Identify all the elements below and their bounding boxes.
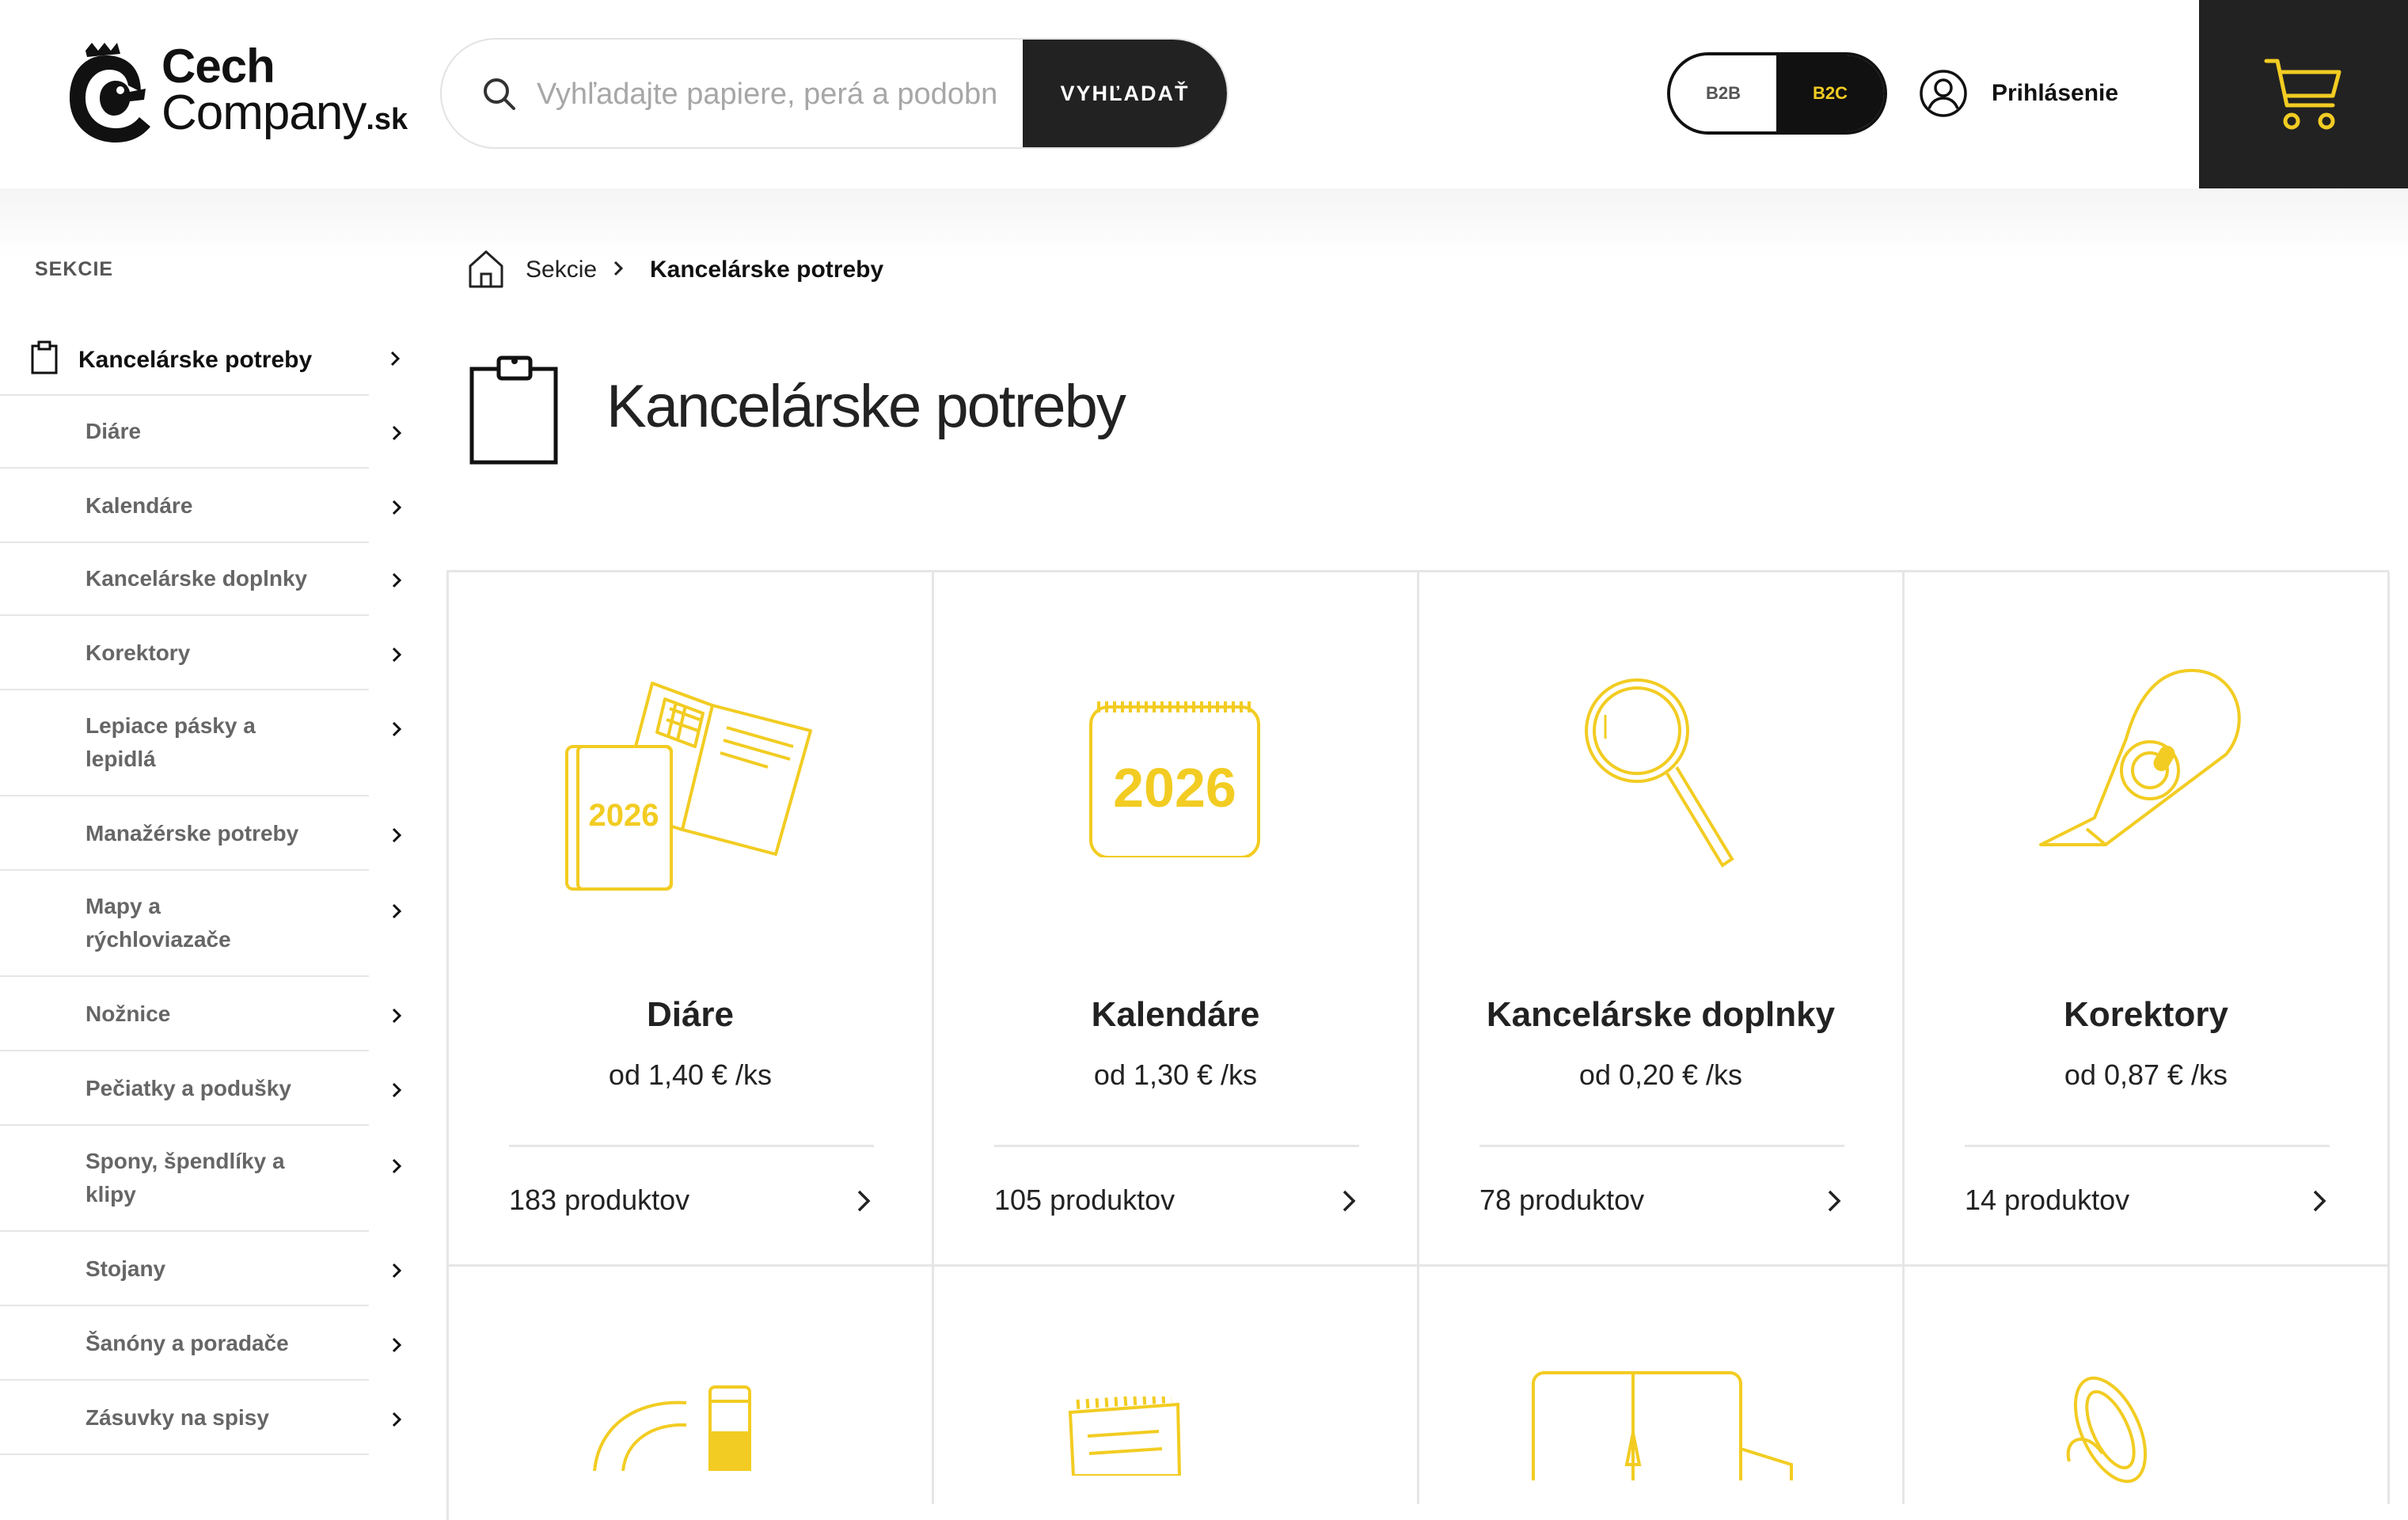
chevron-right-icon [392, 1263, 402, 1279]
cart-button[interactable] [2199, 0, 2408, 188]
card-divider [1965, 1145, 2330, 1147]
card-product-count: 78 produktov [1479, 1184, 1645, 1216]
rooster-logo-icon [70, 43, 150, 142]
category-card-manazerske-potreby[interactable] [934, 1267, 1419, 1504]
chevron-right-icon [392, 425, 402, 441]
clipboard-icon [31, 340, 58, 374]
notepad-icon [1068, 1396, 1182, 1476]
home-icon[interactable] [467, 249, 505, 290]
sidebar-item-manazerske-potreby[interactable]: Manažérske potreby [0, 796, 402, 871]
card-divider [1479, 1145, 1844, 1147]
category-card-diare[interactable]: 2026 Diáre od 1,40 € /ks 183 produktov [449, 572, 934, 1267]
page-title: Kancelárske potreby [606, 373, 1126, 440]
scissors-icon [2066, 1376, 2148, 1484]
card-title: Kancelárske doplnky [1486, 995, 1836, 1034]
category-card-lepiace-pasky[interactable] [449, 1267, 934, 1504]
chevron-right-icon [390, 351, 401, 367]
toggle-b2b[interactable]: B2B [1670, 55, 1776, 131]
chevron-right-icon [1343, 1190, 1356, 1212]
category-grid: 2026 Diáre od 1,40 € /ks 183 produktov 2… [446, 570, 2390, 1520]
category-card-mapy[interactable] [1419, 1267, 1905, 1504]
sidebar-item-spony[interactable]: Spony, špendlíky a klipy [0, 1126, 402, 1232]
category-card-kalendare[interactable]: 2026 Kalendáre od 1,30 € /ks 105 produkt… [934, 572, 1419, 1267]
logo-text-cech: Cech [161, 40, 275, 93]
sidebar-item-peciatky[interactable]: Pečiatky a podušky [0, 1051, 402, 1126]
chevron-right-icon [392, 1337, 402, 1353]
breadcrumb-sekcie[interactable]: Sekcie [526, 256, 597, 283]
sidebar-item-lepiace-pasky[interactable]: Lepiace pásky a lepidlá [0, 690, 402, 796]
header-shadow [0, 188, 2408, 260]
chevron-right-icon [857, 1190, 871, 1212]
cech-company-logo[interactable]: Cech Company.sk [68, 40, 416, 150]
chevron-right-icon [392, 721, 402, 737]
tape-glue-icon [593, 1385, 751, 1471]
sidebar-item-kancelarske-potreby[interactable]: Kancelárske potreby [0, 323, 401, 396]
category-card-noznice[interactable] [1905, 1267, 2390, 1504]
search-icon [484, 78, 515, 110]
sidebar-item-sanony[interactable]: Šanóny a poradače [0, 1306, 402, 1381]
b2b-b2c-toggle[interactable]: B2B B2C [1667, 52, 1887, 135]
card-price: od 0,87 € /ks [2064, 1058, 2228, 1091]
category-card-korektory[interactable]: Korektory od 0,87 € /ks 14 produktov [1905, 572, 2390, 1267]
sidebar-title: SEKCIE [35, 258, 114, 280]
logo-text-company: Company.sk [161, 86, 408, 140]
card-divider [509, 1145, 874, 1147]
chevron-right-icon [392, 1158, 402, 1174]
chevron-right-icon [392, 1008, 402, 1024]
sidebar-item-diare[interactable]: Diáre [0, 396, 402, 469]
chevron-right-icon [392, 1082, 402, 1098]
search-input[interactable] [535, 40, 997, 147]
search-bar: VYHĽADAŤ [440, 38, 1229, 149]
chevron-right-icon [392, 827, 402, 843]
card-product-count: 183 produktov [509, 1184, 690, 1216]
chevron-right-icon [2313, 1190, 2326, 1212]
cart-icon [2264, 59, 2342, 130]
card-product-count: 14 produktov [1965, 1184, 2130, 1216]
toggle-b2c[interactable]: B2C [1776, 55, 1884, 131]
chevron-right-icon [392, 903, 402, 919]
card-price: od 0,20 € /ks [1578, 1058, 1743, 1091]
login-link[interactable]: Prihlásenie [1919, 66, 2118, 120]
card-title: Diáre [646, 995, 735, 1034]
user-icon [1920, 70, 1967, 117]
chevron-right-icon [613, 260, 624, 276]
diary-year-label: 2026 [589, 798, 659, 833]
folder-icon [1532, 1371, 1793, 1480]
sidebar-item-noznice[interactable]: Nožnice [0, 977, 402, 1051]
chevron-right-icon [392, 647, 402, 663]
diary-icon: 2026 [565, 682, 812, 891]
sidebar-item-kalendare[interactable]: Kalendáre [0, 469, 402, 543]
card-title: Kalendáre [1091, 995, 1260, 1034]
sidebar-item-kancelarske-doplnky[interactable]: Kancelárske doplnky [0, 543, 402, 616]
card-price: od 1,40 € /ks [608, 1058, 773, 1091]
chevron-right-icon [392, 1412, 402, 1427]
chevron-right-icon [392, 500, 402, 515]
breadcrumb-current: Kancelárske potreby [650, 256, 884, 283]
calendar-year-label: 2026 [1113, 757, 1236, 819]
card-product-count: 105 produktov [994, 1184, 1176, 1216]
search-button[interactable]: VYHĽADAŤ [1023, 40, 1227, 147]
login-label: Prihlásenie [1992, 80, 2119, 106]
magnifying-glass-icon [1585, 678, 1734, 868]
sidebar-item-stojany[interactable]: Stojany [0, 1232, 402, 1306]
clipboard-icon [469, 355, 558, 465]
card-title: Korektory [2064, 995, 2228, 1034]
sidebar-item-zasuvky[interactable]: Zásuvky na spisy [0, 1381, 402, 1455]
sidebar-item-mapy[interactable]: Mapy a rýchloviazače [0, 871, 402, 977]
calendar-icon: 2026 [1089, 701, 1260, 857]
correction-tape-icon [2039, 668, 2241, 846]
card-divider [994, 1145, 1359, 1147]
chevron-right-icon [1828, 1190, 1841, 1212]
chevron-right-icon [392, 572, 402, 588]
header: Cech Company.sk VYHĽADAŤ B2B B2C Prihlás… [0, 0, 2408, 188]
card-price: od 1,30 € /ks [1093, 1058, 1258, 1091]
sidebar-item-label: Kancelárske potreby [78, 347, 313, 373]
sidebar-item-korektory[interactable]: Korektory [0, 616, 402, 690]
category-card-kancelarske-doplnky[interactable]: Kancelárske doplnky od 0,20 € /ks 78 pro… [1419, 572, 1905, 1267]
